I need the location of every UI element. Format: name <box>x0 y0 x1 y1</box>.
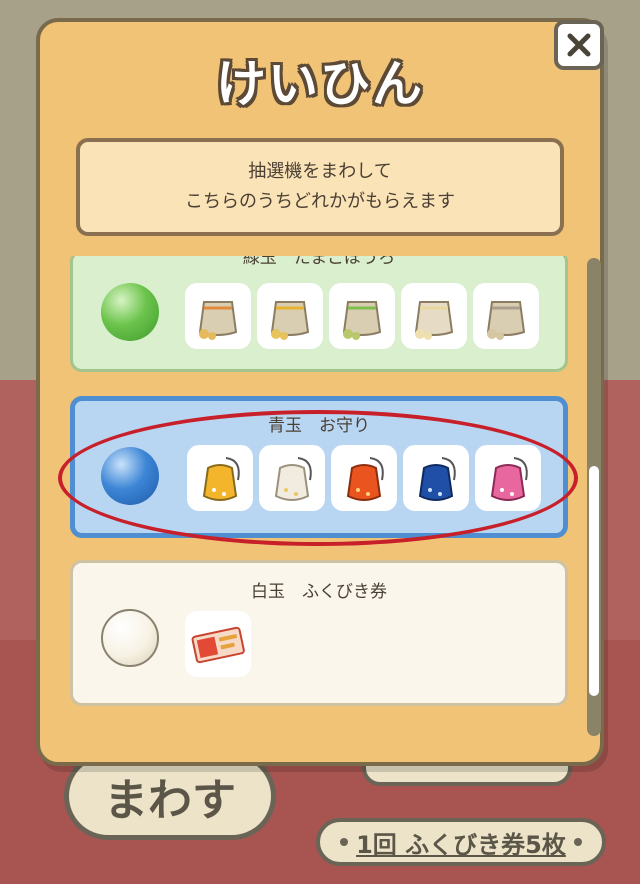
green-ball-icon <box>101 283 159 341</box>
cost-dot-right <box>573 838 582 846</box>
omamori-white-icon <box>259 445 325 511</box>
notice-line-1: 抽選機をまわして <box>248 161 392 182</box>
prize-row-green: 緑玉 たまごぼうろ <box>70 256 568 372</box>
prize-title: 緑玉 たまごぼうろ <box>242 256 396 268</box>
omamori-yellow-icon <box>187 445 253 511</box>
prize-row-white: 白玉 ふくびき券 <box>70 560 568 706</box>
fukubiki-ticket-icon <box>185 611 251 677</box>
dialog-title: けいひん <box>216 55 424 113</box>
close-button[interactable] <box>554 20 604 70</box>
prize-list[interactable]: 緑玉 たまごぼうろ 青玉 お守り 白玉 ふくびき券 <box>66 256 574 716</box>
omamori-pink-icon <box>475 445 541 511</box>
prize-title: 白玉 ふくびき券 <box>251 582 387 602</box>
boro-bag-icon <box>473 283 539 349</box>
scrollbar-track[interactable] <box>587 258 601 736</box>
cost-badge: 1回 ふくびき券5枚 <box>316 818 606 866</box>
cost-dot-left <box>340 838 349 846</box>
boro-bag-icon <box>257 283 323 349</box>
boro-bag-icon <box>401 283 467 349</box>
prize-notice: 抽選機をまわして こちらのうちどれかがもらえます <box>76 138 564 236</box>
notice-line-2: こちらのうちどれかがもらえます <box>185 191 455 212</box>
omamori-orange-icon <box>331 445 397 511</box>
white-ball-icon <box>101 609 159 667</box>
boro-bag-icon <box>329 283 395 349</box>
prize-row-blue: 青玉 お守り <box>70 396 568 538</box>
blue-ball-icon <box>101 447 159 505</box>
spin-button-label: まわす <box>104 775 236 826</box>
omamori-blue-icon <box>403 445 469 511</box>
prize-title: 青玉 お守り <box>268 416 370 436</box>
boro-bag-icon <box>185 283 251 349</box>
cost-label: 1回 ふくびき券5枚 <box>356 830 566 859</box>
close-icon <box>567 33 591 57</box>
scrollbar-thumb[interactable] <box>589 466 599 696</box>
